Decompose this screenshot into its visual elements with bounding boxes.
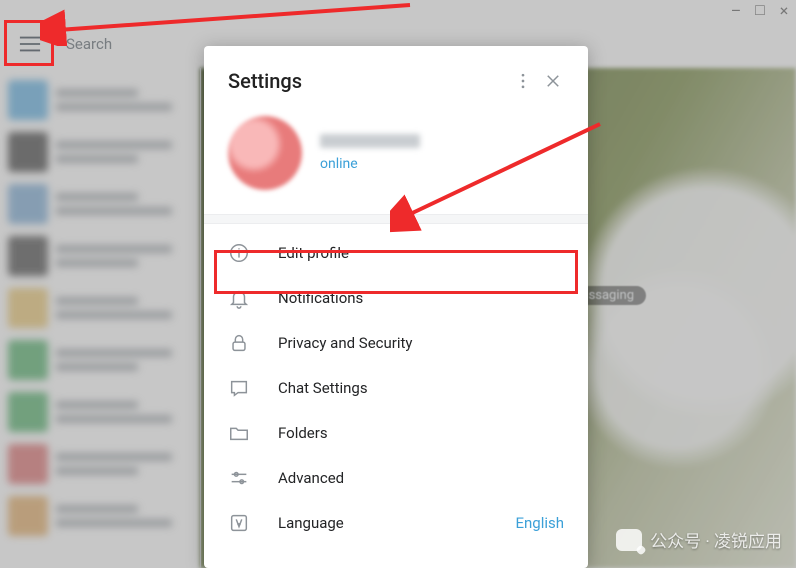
menu-value: English xyxy=(515,514,564,532)
menu-language[interactable]: Language English xyxy=(204,500,588,545)
chat-icon xyxy=(228,377,250,399)
close-icon xyxy=(544,72,562,90)
menu-label: Chat Settings xyxy=(278,379,564,397)
avatar xyxy=(228,116,302,190)
close-settings-button[interactable] xyxy=(538,66,568,96)
kebab-icon xyxy=(513,71,533,91)
profile-info: online xyxy=(320,134,420,172)
profile-section[interactable]: online xyxy=(204,110,588,214)
menu-notifications[interactable]: Notifications xyxy=(204,275,588,320)
menu-label: Privacy and Security xyxy=(278,334,564,352)
settings-panel: Settings online Edit profile Notificatio… xyxy=(204,46,588,568)
menu-label: Edit profile xyxy=(278,244,564,262)
lock-icon xyxy=(228,332,250,354)
maximize-button[interactable]: □ xyxy=(748,0,772,20)
menu-chat-settings[interactable]: Chat Settings xyxy=(204,365,588,410)
profile-status: online xyxy=(320,156,420,172)
more-menu-button[interactable] xyxy=(508,66,538,96)
watermark: 公众号 · 凌锐应用 xyxy=(616,527,782,552)
menu-folders[interactable]: Folders xyxy=(204,410,588,455)
settings-menu: Edit profile Notifications Privacy and S… xyxy=(204,224,588,545)
watermark-icon xyxy=(616,529,642,551)
sliders-icon xyxy=(228,467,250,489)
menu-edit-profile[interactable]: Edit profile xyxy=(204,230,588,275)
profile-name xyxy=(320,134,420,148)
minimize-button[interactable]: – xyxy=(724,0,748,20)
separator xyxy=(204,214,588,224)
menu-advanced[interactable]: Advanced xyxy=(204,455,588,500)
settings-title: Settings xyxy=(228,69,508,93)
settings-header: Settings xyxy=(204,46,588,110)
watermark-text: 公众号 · 凌锐应用 xyxy=(650,527,782,552)
menu-privacy[interactable]: Privacy and Security xyxy=(204,320,588,365)
window-controls: – □ × xyxy=(724,0,796,20)
folder-icon xyxy=(228,422,250,444)
language-icon xyxy=(228,512,250,534)
close-window-button[interactable]: × xyxy=(772,0,796,20)
menu-label: Folders xyxy=(278,424,564,442)
annotation-highlight-hamburger xyxy=(4,20,54,66)
menu-label: Notifications xyxy=(278,289,564,307)
info-icon xyxy=(228,242,250,264)
menu-label: Language xyxy=(278,514,487,532)
menu-label: Advanced xyxy=(278,469,564,487)
bell-icon xyxy=(228,287,250,309)
